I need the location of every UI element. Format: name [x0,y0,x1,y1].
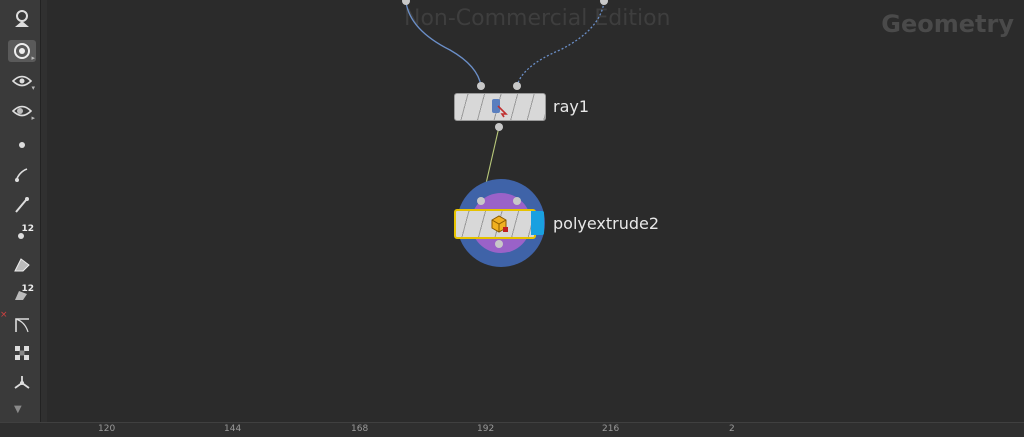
display-flag-toggle[interactable] [531,211,544,235]
timeline-ruler[interactable]: 120 144 168 192 216 2 [0,422,1024,437]
ruler-tick: 216 [602,424,620,434]
polyextrude-input-1-dot[interactable] [477,197,485,205]
ruler-tick: 192 [477,424,495,434]
ruler-tick: 120 [98,424,116,434]
polyextrude-node-label[interactable]: polyextrude2 [553,214,659,233]
ray-node[interactable] [454,93,546,121]
polyextrude-node[interactable] [454,209,536,239]
polyextrude-output-dot[interactable] [495,240,503,248]
ruler-tick: 168 [351,424,369,434]
polyextrude-node-icon [488,212,510,234]
polyextrude-input-2-dot[interactable] [513,197,521,205]
ray-output-dot[interactable] [495,123,503,131]
ray-node-label[interactable]: ray1 [553,97,589,116]
ray-node-icon [488,96,510,118]
wire-input-2 [516,1,605,87]
wire-input-1 [405,1,482,87]
ray-input-2-dot[interactable] [513,82,521,90]
ruler-tick: 144 [224,424,242,434]
ray-input-1-dot[interactable] [477,82,485,90]
ruler-tick: 2 [729,424,735,434]
